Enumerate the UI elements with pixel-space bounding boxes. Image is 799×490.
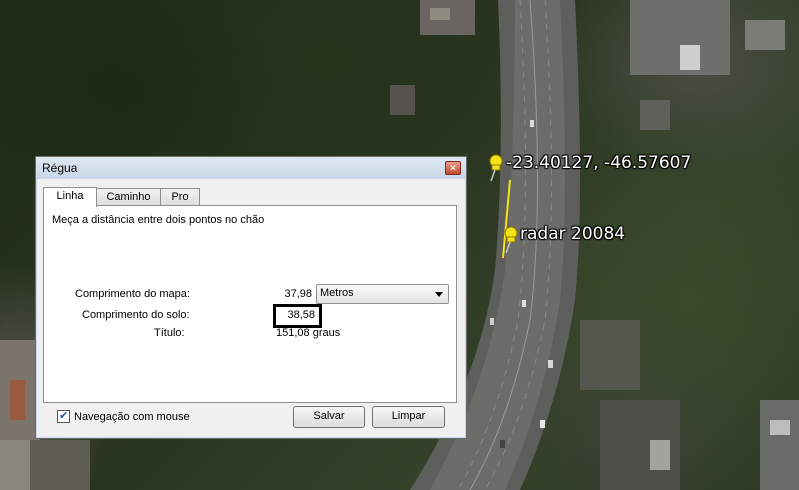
placemark-label[interactable]: -23.40127, -46.57607 xyxy=(506,153,691,173)
mouse-navigation-checkbox[interactable]: ✔ xyxy=(57,410,70,423)
ground-length-label: Comprimento do solo: xyxy=(82,309,190,321)
placemark-pin-icon[interactable] xyxy=(499,224,521,254)
instruction-text: Meça a distância entre dois pontos no ch… xyxy=(52,214,265,226)
ground-length-value-box: 38,58 xyxy=(273,304,322,328)
map-length-label: Comprimento do mapa: xyxy=(75,288,190,300)
mouse-navigation-label[interactable]: Navegação com mouse xyxy=(74,411,190,423)
close-icon[interactable]: ✕ xyxy=(445,161,461,175)
units-select[interactable]: Metros xyxy=(316,284,449,304)
map-length-value: 37,98 xyxy=(284,288,312,300)
chevron-down-icon xyxy=(435,292,443,297)
tab-linha[interactable]: Linha xyxy=(43,187,97,207)
dialog-titlebar[interactable]: Régua ✕ xyxy=(36,157,466,179)
tab-caminho[interactable]: Caminho xyxy=(96,188,161,206)
ruler-dialog: Régua ✕ Linha Caminho Pro Meça a distânc… xyxy=(35,156,467,439)
checkmark-icon: ✔ xyxy=(59,410,69,422)
ground-length-value: 38,58 xyxy=(287,309,315,321)
clear-button[interactable]: Limpar xyxy=(372,406,445,428)
save-button[interactable]: Salvar xyxy=(293,406,365,428)
units-selected-value: Metros xyxy=(320,287,354,299)
heading-value: 151,08 graus xyxy=(276,327,341,339)
placemark-label[interactable]: radar 20084 xyxy=(520,224,625,244)
placemark-pin-icon[interactable] xyxy=(484,152,506,182)
dialog-title: Régua xyxy=(42,161,78,175)
tab-panel-linha: Meça a distância entre dois pontos no ch… xyxy=(43,205,457,403)
heading-label: Título: xyxy=(154,327,185,339)
tab-pro[interactable]: Pro xyxy=(160,188,200,206)
